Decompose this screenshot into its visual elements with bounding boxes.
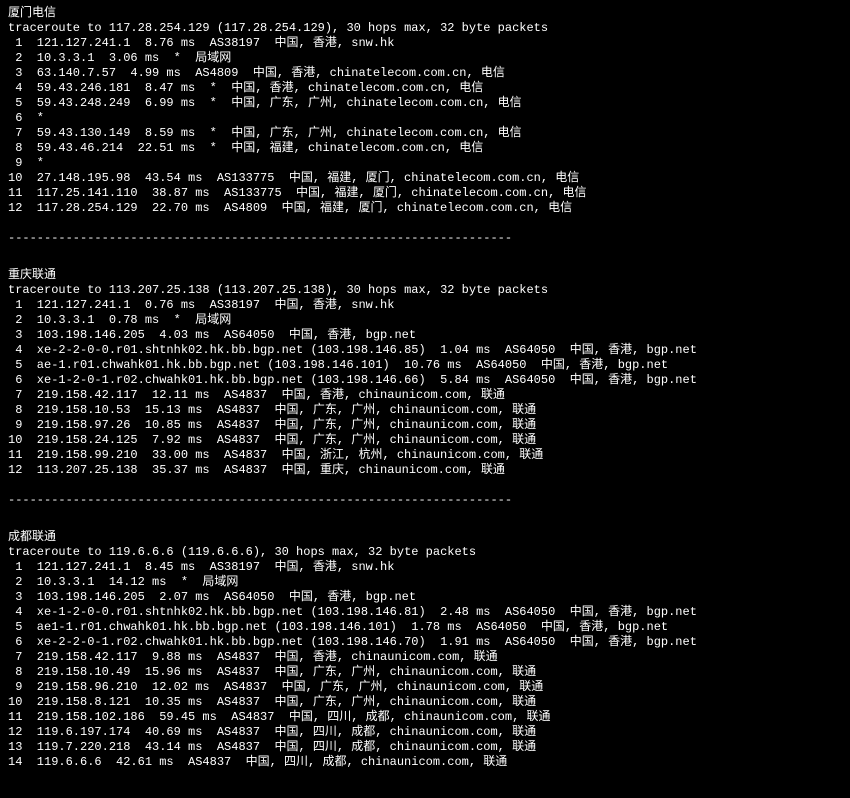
trace-hop: 6 * bbox=[8, 111, 842, 126]
trace-hop: 3 103.198.146.205 4.03 ms AS64050 中国, 香港… bbox=[8, 328, 842, 343]
trace-hop: 10 219.158.8.121 10.35 ms AS4837 中国, 广东,… bbox=[8, 695, 842, 710]
trace-hop: 3 63.140.7.57 4.99 ms AS4809 中国, 香港, chi… bbox=[8, 66, 842, 81]
trace-hop: 12 113.207.25.138 35.37 ms AS4837 中国, 重庆… bbox=[8, 463, 842, 478]
trace-hop: 6 xe-2-2-0-1.r02.chwahk01.hk.bb.bgp.net … bbox=[8, 635, 842, 650]
trace-hop: 4 xe-2-2-0-0.r01.shtnhk02.hk.bb.bgp.net … bbox=[8, 343, 842, 358]
trace-hop: 7 219.158.42.117 12.11 ms AS4837 中国, 香港,… bbox=[8, 388, 842, 403]
trace-hop: 8 219.158.10.53 15.13 ms AS4837 中国, 广东, … bbox=[8, 403, 842, 418]
trace-hop: 9 219.158.97.26 10.85 ms AS4837 中国, 广东, … bbox=[8, 418, 842, 433]
trace-hop: 9 219.158.96.210 12.02 ms AS4837 中国, 广东,… bbox=[8, 680, 842, 695]
trace-hop: 2 10.3.3.1 3.06 ms * 局域网 bbox=[8, 51, 842, 66]
trace-hop: 4 59.43.246.181 8.47 ms * 中国, 香港, chinat… bbox=[8, 81, 842, 96]
trace-hop: 1 121.127.241.1 8.76 ms AS38197 中国, 香港, … bbox=[8, 36, 842, 51]
trace-hop: 5 59.43.248.249 6.99 ms * 中国, 广东, 广州, ch… bbox=[8, 96, 842, 111]
trace-hop: 11 219.158.102.186 59.45 ms AS4837 中国, 四… bbox=[8, 710, 842, 725]
trace-hop: 6 xe-1-2-0-1.r02.chwahk01.hk.bb.bgp.net … bbox=[8, 373, 842, 388]
trace-title: 重庆联通 bbox=[8, 268, 842, 283]
trace-title: 厦门电信 bbox=[8, 6, 842, 21]
terminal-output: 厦门电信traceroute to 117.28.254.129 (117.28… bbox=[0, 0, 850, 798]
trace-hop: 1 121.127.241.1 0.76 ms AS38197 中国, 香港, … bbox=[8, 298, 842, 313]
trace-hop: 10 27.148.195.98 43.54 ms AS133775 中国, 福… bbox=[8, 171, 842, 186]
separator: ----------------------------------------… bbox=[8, 478, 842, 508]
trace-hop: 8 219.158.10.49 15.96 ms AS4837 中国, 广东, … bbox=[8, 665, 842, 680]
trace-hop: 8 59.43.46.214 22.51 ms * 中国, 福建, chinat… bbox=[8, 141, 842, 156]
trace-block: 重庆联通traceroute to 113.207.25.138 (113.20… bbox=[8, 268, 842, 508]
separator: ----------------------------------------… bbox=[8, 216, 842, 246]
trace-hop: 7 59.43.130.149 8.59 ms * 中国, 广东, 广州, ch… bbox=[8, 126, 842, 141]
trace-hop: 5 ae1-1.r01.chwahk01.hk.bb.bgp.net (103.… bbox=[8, 620, 842, 635]
trace-block: 厦门电信traceroute to 117.28.254.129 (117.28… bbox=[8, 6, 842, 246]
trace-hop: 10 219.158.24.125 7.92 ms AS4837 中国, 广东,… bbox=[8, 433, 842, 448]
trace-hop: 11 117.25.141.110 38.87 ms AS133775 中国, … bbox=[8, 186, 842, 201]
trace-hop: 11 219.158.99.210 33.00 ms AS4837 中国, 浙江… bbox=[8, 448, 842, 463]
trace-hop: 1 121.127.241.1 8.45 ms AS38197 中国, 香港, … bbox=[8, 560, 842, 575]
trace-hop: 12 119.6.197.174 40.69 ms AS4837 中国, 四川,… bbox=[8, 725, 842, 740]
trace-hop: 5 ae-1.r01.chwahk01.hk.bb.bgp.net (103.1… bbox=[8, 358, 842, 373]
trace-hop: 2 10.3.3.1 0.78 ms * 局域网 bbox=[8, 313, 842, 328]
trace-hop: 9 * bbox=[8, 156, 842, 171]
trace-hop: 7 219.158.42.117 9.88 ms AS4837 中国, 香港, … bbox=[8, 650, 842, 665]
trace-hop: 13 119.7.220.218 43.14 ms AS4837 中国, 四川,… bbox=[8, 740, 842, 755]
trace-hop: 4 xe-1-2-0-0.r01.shtnhk02.hk.bb.bgp.net … bbox=[8, 605, 842, 620]
trace-title: 成都联通 bbox=[8, 530, 842, 545]
trace-block: 成都联通traceroute to 119.6.6.6 (119.6.6.6),… bbox=[8, 530, 842, 770]
trace-hop: 12 117.28.254.129 22.70 ms AS4809 中国, 福建… bbox=[8, 201, 842, 216]
trace-hop: 14 119.6.6.6 42.61 ms AS4837 中国, 四川, 成都,… bbox=[8, 755, 842, 770]
trace-hop: 2 10.3.3.1 14.12 ms * 局域网 bbox=[8, 575, 842, 590]
trace-header: traceroute to 117.28.254.129 (117.28.254… bbox=[8, 21, 842, 36]
trace-hop: 3 103.198.146.205 2.07 ms AS64050 中国, 香港… bbox=[8, 590, 842, 605]
trace-header: traceroute to 113.207.25.138 (113.207.25… bbox=[8, 283, 842, 298]
trace-header: traceroute to 119.6.6.6 (119.6.6.6), 30 … bbox=[8, 545, 842, 560]
